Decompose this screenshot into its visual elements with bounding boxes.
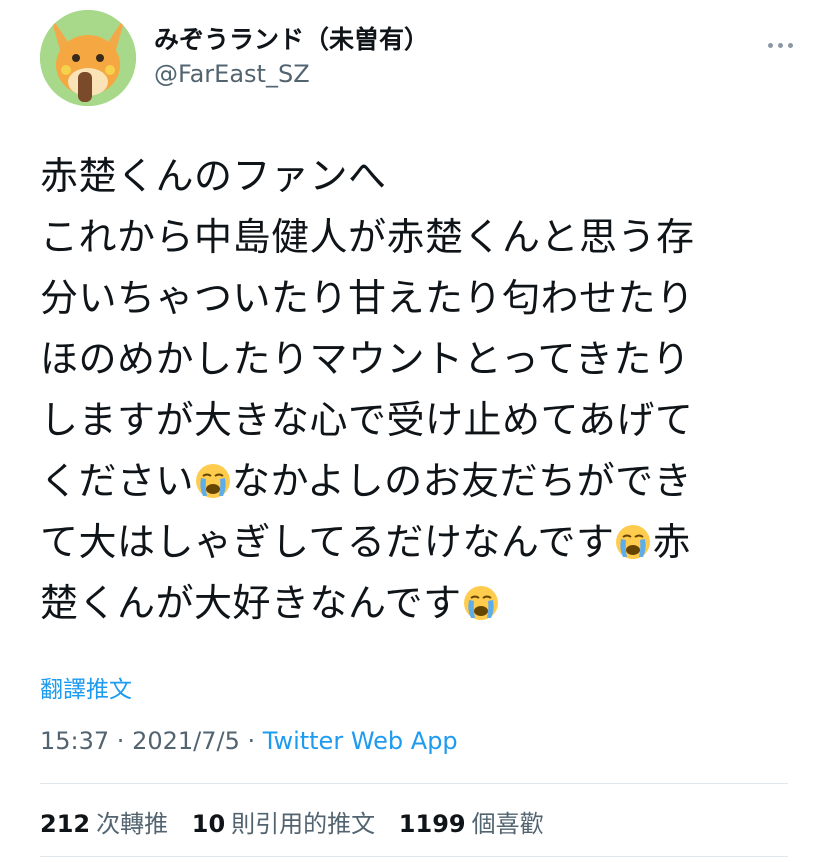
tweet-line: 分いちゃついたり甘えたり匂わせたり bbox=[40, 276, 695, 320]
more-dot bbox=[767, 42, 773, 48]
tweet-source-link[interactable]: Twitter Web App bbox=[263, 727, 458, 755]
user-handle[interactable]: @FarEast_SZ bbox=[154, 58, 429, 90]
tweet-line: 楚くんが大好きなんです bbox=[40, 573, 800, 634]
tweet-line: これから中島健人が赤楚くんと思う存 bbox=[40, 215, 695, 259]
tweet-line: て大はしゃぎしてるだけなんです赤 bbox=[40, 512, 800, 573]
tweet-text-segment: 赤 bbox=[652, 520, 691, 564]
tweet-time[interactable]: 15:37 bbox=[40, 727, 109, 755]
loudly-crying-face-emoji-icon bbox=[195, 463, 231, 499]
translate-tweet-link[interactable]: 翻譯推文 bbox=[40, 670, 132, 704]
display-name[interactable]: みぞうランド（未曽有） bbox=[154, 24, 429, 56]
meta-separator: · bbox=[239, 727, 263, 755]
retweets-count: 212 bbox=[40, 810, 91, 838]
tweet-header: みぞうランド（未曽有） @FarEast_SZ bbox=[40, 10, 800, 106]
quotes-count: 10 bbox=[191, 810, 226, 838]
likes-label: 個喜歡 bbox=[471, 810, 544, 838]
likes-stat[interactable]: 1199 個喜歡 bbox=[399, 810, 544, 838]
raichu-avatar-icon bbox=[40, 10, 136, 106]
divider bbox=[40, 856, 788, 857]
retweets-stat[interactable]: 212 次轉推 bbox=[40, 810, 168, 838]
retweets-label: 次轉推 bbox=[96, 810, 169, 838]
tweet-text-segment: ください bbox=[40, 459, 195, 503]
more-options-icon[interactable] bbox=[760, 30, 800, 60]
tweet-line: 赤楚くんのファンへ bbox=[40, 154, 387, 198]
tweet-line: ほのめかしたりマウントとってきたり bbox=[40, 337, 691, 381]
tweet-meta: 15:37 · 2021/7/5 · Twitter Web App bbox=[40, 727, 458, 755]
tweet-line: ください なかよしのお友だちができ bbox=[40, 451, 800, 512]
more-dot bbox=[787, 42, 793, 48]
likes-count: 1199 bbox=[398, 810, 466, 838]
tweet-text-segment: て大はしゃぎしてるだけなんです bbox=[40, 520, 615, 564]
loudly-crying-face-emoji-icon bbox=[615, 524, 651, 560]
tweet-text-segment: 楚くんが大好きなんです bbox=[40, 581, 462, 625]
divider bbox=[40, 783, 788, 784]
tweet-line: しますが大きな心で受け止めてあげて bbox=[40, 398, 694, 442]
tweet-text-segment: なかよしのお友だちができ bbox=[232, 459, 693, 503]
quotes-label: 則引用的推文 bbox=[231, 810, 376, 838]
loudly-crying-face-emoji-icon bbox=[463, 585, 499, 621]
tweet-date[interactable]: 2021/7/5 bbox=[132, 727, 240, 755]
more-dot bbox=[777, 42, 783, 48]
quotes-stat[interactable]: 10 則引用的推文 bbox=[192, 810, 375, 838]
tweet-text: 赤楚くんのファンへ これから中島健人が赤楚くんと思う存 分いちゃついたり甘えたり… bbox=[40, 146, 800, 634]
meta-separator: · bbox=[109, 727, 133, 755]
avatar[interactable] bbox=[40, 10, 136, 106]
tweet-stats: 212 次轉推 10 則引用的推文 1199 個喜歡 bbox=[40, 804, 560, 839]
